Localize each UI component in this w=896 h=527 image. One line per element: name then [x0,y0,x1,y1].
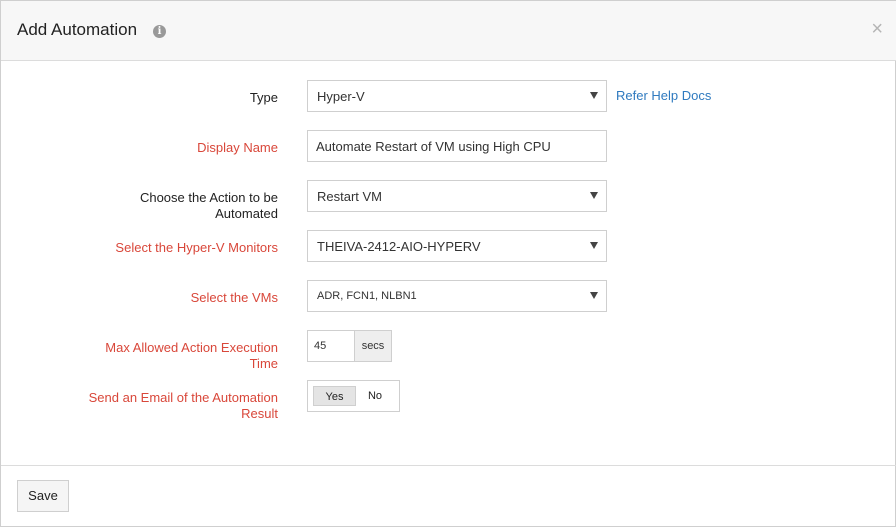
action-select[interactable]: Restart VM [307,180,607,212]
caret-down-icon [590,192,598,199]
action-label: Choose the Action to be Automated [139,190,278,221]
action-select-value: Restart VM [317,189,383,204]
vms-select-value: ADR, FCN1, NLBN1 [317,290,417,302]
caret-down-icon [590,242,598,249]
info-icon[interactable]: i [153,25,166,38]
display-name-input[interactable] [307,130,607,162]
type-select[interactable]: Hyper-V [307,80,607,112]
vms-label: Select the VMs [190,290,278,305]
email-label: Send an Email of the Automation Result [88,390,278,421]
dialog-title: Add Automation [17,20,138,39]
refer-help-docs-link[interactable]: Refer Help Docs [616,88,711,103]
caret-down-icon [590,292,598,299]
save-button[interactable]: Save [17,480,69,512]
email-no-option[interactable]: No [360,386,390,406]
vms-select[interactable]: ADR, FCN1, NLBN1 [307,280,607,312]
dialog-header: Add Automation i × [1,1,896,61]
add-automation-dialog: Add Automation i × Type Hyper-V Refer He… [0,0,896,527]
type-label: Type [249,90,278,105]
max-time-label: Max Allowed Action Execution Time [105,340,278,371]
email-yes-option[interactable]: Yes [313,386,356,406]
monitors-label: Select the Hyper-V Monitors [115,240,278,255]
footer-divider [1,465,896,466]
caret-down-icon [590,92,598,99]
monitors-select[interactable]: THEIVA-2412-AIO-HYPERV [307,230,607,262]
max-time-unit: secs [354,331,391,361]
email-toggle: Yes No [307,380,400,412]
close-icon[interactable]: × [871,19,883,39]
type-select-value: Hyper-V [317,89,365,104]
monitors-select-value: THEIVA-2412-AIO-HYPERV [317,239,481,254]
display-name-label: Display Name [197,140,278,155]
max-time-field: secs [307,330,392,362]
max-time-input[interactable] [308,331,355,361]
